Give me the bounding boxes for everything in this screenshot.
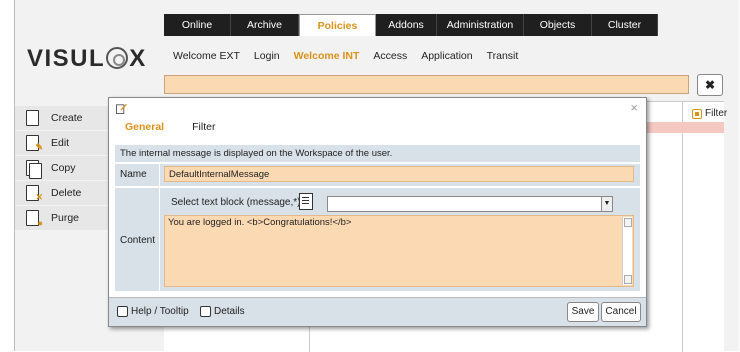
new-document-icon [25, 109, 41, 127]
subnav-login[interactable]: Login [254, 50, 280, 62]
delete-document-icon: ✕ [25, 184, 43, 202]
text-block-select[interactable]: ▼ [327, 196, 613, 212]
purge-document-icon: ● [25, 209, 43, 228]
sidebar-item-delete[interactable]: ✕ Delete [15, 181, 110, 205]
edit-icon [116, 103, 127, 114]
edit-message-dialog: × General Filter The internal message is… [108, 97, 647, 327]
filter-label: Filter [705, 108, 728, 119]
sidebar-item-create[interactable]: Create [15, 106, 110, 130]
sidebar-item-label: Purge [51, 212, 80, 224]
name-label: Name [120, 169, 147, 180]
tab-general[interactable]: General [125, 121, 164, 133]
logo-text-left: VISUL [27, 45, 106, 72]
checkbox-icon [117, 306, 128, 317]
tab-cluster[interactable]: Cluster [592, 14, 658, 36]
column-divider [682, 102, 683, 352]
tab-policies[interactable]: Policies [299, 14, 376, 36]
details-label: Details [214, 306, 245, 317]
chevron-down-icon[interactable]: ▼ [601, 197, 612, 211]
clear-search-button[interactable]: ✖ [697, 74, 723, 96]
tab-administration[interactable]: Administration [437, 14, 524, 36]
content-row: Content Select text block (message,*) ▼ … [115, 188, 640, 291]
dialog-tabs: General Filter [125, 121, 243, 133]
select-text-block-label: Select text block (message,*) [171, 197, 301, 208]
sidebar-item-label: Delete [51, 187, 82, 199]
name-row: Name DefaultInternalMessage [115, 164, 640, 186]
tab-objects[interactable]: Objects [524, 14, 592, 36]
subnav-transit[interactable]: Transit [487, 50, 519, 62]
checkbox-icon [200, 306, 211, 317]
copy-document-icon [25, 159, 42, 179]
sidebar: Create ✎ Edit Copy ✕ Delete ● Purge [15, 106, 110, 231]
sidebar-item-label: Create [51, 112, 83, 124]
tab-addons[interactable]: Addons [376, 14, 437, 36]
sidebar-item-edit[interactable]: ✎ Edit [15, 131, 110, 155]
tab-archive[interactable]: Archive [231, 14, 299, 36]
info-text: The internal message is displayed on the… [115, 145, 640, 162]
subnav-welcome-ext[interactable]: Welcome EXT [173, 50, 240, 62]
divider [159, 188, 160, 291]
name-field[interactable]: DefaultInternalMessage [164, 166, 634, 182]
cancel-button[interactable]: Cancel [601, 302, 641, 322]
visulox-logo: VISUL X [27, 45, 147, 73]
subnav-access[interactable]: Access [373, 50, 407, 62]
dialog-close-icon[interactable]: × [630, 100, 638, 115]
scroll-down-icon[interactable] [624, 275, 632, 284]
logo-text-right: X [129, 45, 147, 72]
sub-navigation: Welcome EXT Login Welcome INT Access App… [173, 50, 532, 62]
scroll-up-icon[interactable] [624, 218, 632, 227]
checkbox-icon [692, 108, 702, 119]
subnav-application[interactable]: Application [421, 50, 472, 62]
save-button[interactable]: Save [567, 302, 599, 322]
sidebar-item-label: Edit [51, 137, 70, 149]
dialog-footer: Help / Tooltip Details Save Cancel [109, 297, 646, 326]
divider [159, 164, 160, 186]
content-text: You are logged in. <b>Congratulations!</… [168, 217, 352, 228]
subnav-welcome-int[interactable]: Welcome INT [294, 50, 360, 62]
logo-mark-icon [106, 47, 129, 69]
table-row[interactable] [634, 122, 724, 133]
tab-filter[interactable]: Filter [192, 121, 215, 133]
content-label: Content [120, 235, 156, 246]
sidebar-item-copy[interactable]: Copy [15, 156, 110, 180]
help-tooltip-checkbox[interactable]: Help / Tooltip [117, 306, 189, 317]
details-checkbox[interactable]: Details [200, 306, 245, 317]
search-input[interactable] [164, 75, 689, 94]
text-block-icon[interactable] [299, 193, 313, 210]
sidebar-item-label: Copy [51, 162, 76, 174]
textarea-scrollbar[interactable] [622, 217, 632, 285]
help-tooltip-label: Help / Tooltip [131, 306, 189, 317]
content-textarea[interactable]: You are logged in. <b>Congratulations!</… [164, 215, 634, 287]
tab-online[interactable]: Online [164, 14, 231, 36]
filter-checkbox[interactable]: Filter [692, 108, 727, 119]
sidebar-item-purge[interactable]: ● Purge [15, 206, 110, 230]
top-navigation: Online Archive Policies Addons Administr… [164, 14, 658, 36]
edit-document-icon: ✎ [25, 134, 43, 152]
